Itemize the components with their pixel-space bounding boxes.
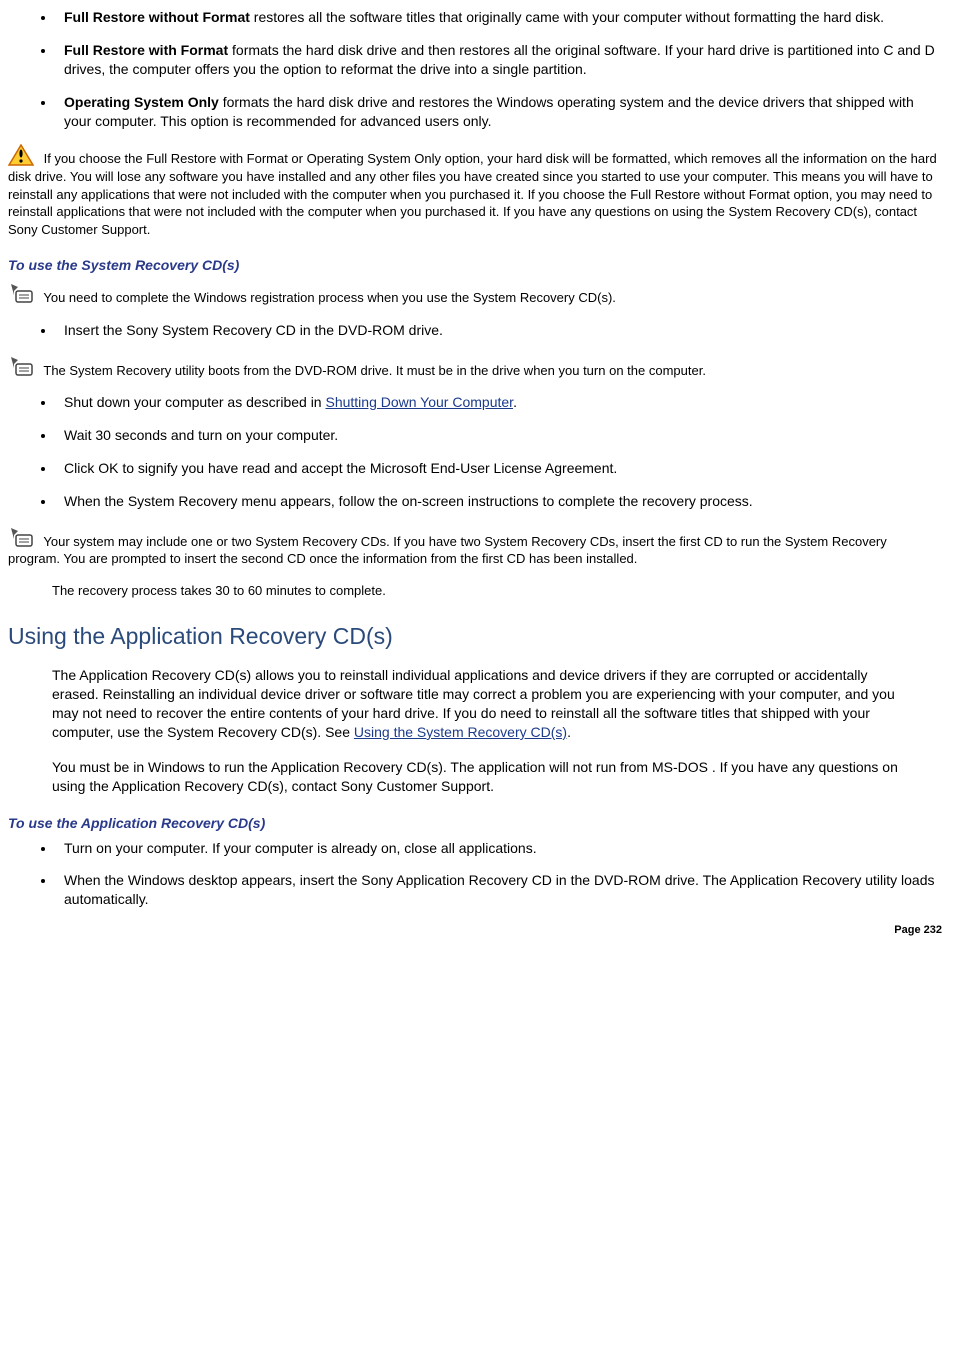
note-text: You need to complete the Windows registr…: [40, 290, 616, 305]
option-term: Full Restore with Format: [64, 42, 228, 58]
app-recovery-paragraph: The Application Recovery CD(s) allows yo…: [52, 666, 902, 742]
note-text: The System Recovery utility boots from t…: [40, 363, 706, 378]
note-icon: [8, 281, 38, 305]
list-item: When the System Recovery menu appears, f…: [56, 492, 942, 511]
note-icon: [8, 354, 38, 378]
app-step-list: Turn on your computer. If your computer …: [8, 839, 942, 910]
caution-icon: [8, 144, 34, 166]
shutdown-link[interactable]: Shutting Down Your Computer: [325, 394, 513, 410]
step-list: Shut down your computer as described in …: [8, 393, 942, 511]
step-list: Insert the Sony System Recovery CD in th…: [8, 321, 942, 340]
list-item: Full Restore without Format restores all…: [56, 8, 942, 27]
list-item: Operating System Only formats the hard d…: [56, 93, 942, 131]
restore-options-list: Full Restore without Format restores all…: [8, 8, 942, 130]
list-item: Shut down your computer as described in …: [56, 393, 942, 412]
list-item: When the Windows desktop appears, insert…: [56, 871, 942, 909]
note-block: The System Recovery utility boots from t…: [8, 354, 942, 380]
app-recovery-paragraph-2: You must be in Windows to run the Applic…: [52, 758, 902, 796]
recovery-time-text: The recovery process takes 30 to 60 minu…: [52, 582, 942, 600]
section-heading-system-recovery: To use the System Recovery CD(s): [8, 256, 942, 275]
caution-block: If you choose the Full Restore with Form…: [8, 144, 942, 238]
page-number: Page 232: [8, 923, 942, 938]
step-text: Shut down your computer as described in: [64, 394, 325, 410]
note-block: Your system may include one or two Syste…: [8, 525, 942, 568]
section-heading-app-recovery: To use the Application Recovery CD(s): [8, 814, 942, 833]
option-term: Full Restore without Format: [64, 9, 250, 25]
heading-app-recovery: Using the Application Recovery CD(s): [8, 621, 942, 652]
step-text-suffix: .: [513, 394, 517, 410]
option-desc: restores all the software titles that or…: [250, 9, 884, 25]
list-item: Click OK to signify you have read and ac…: [56, 459, 942, 478]
list-item: Full Restore with Format formats the har…: [56, 41, 942, 79]
caution-text: If you choose the Full Restore with Form…: [8, 151, 937, 236]
note-icon: [8, 525, 38, 549]
list-item: Insert the Sony System Recovery CD in th…: [56, 321, 942, 340]
note-text: Your system may include one or two Syste…: [8, 534, 887, 567]
note-block: You need to complete the Windows registr…: [8, 281, 942, 307]
list-item: Wait 30 seconds and turn on your compute…: [56, 426, 942, 445]
paragraph-suffix: .: [567, 724, 571, 740]
option-term: Operating System Only: [64, 94, 219, 110]
list-item: Turn on your computer. If your computer …: [56, 839, 942, 858]
system-recovery-link[interactable]: Using the System Recovery CD(s): [354, 724, 567, 740]
